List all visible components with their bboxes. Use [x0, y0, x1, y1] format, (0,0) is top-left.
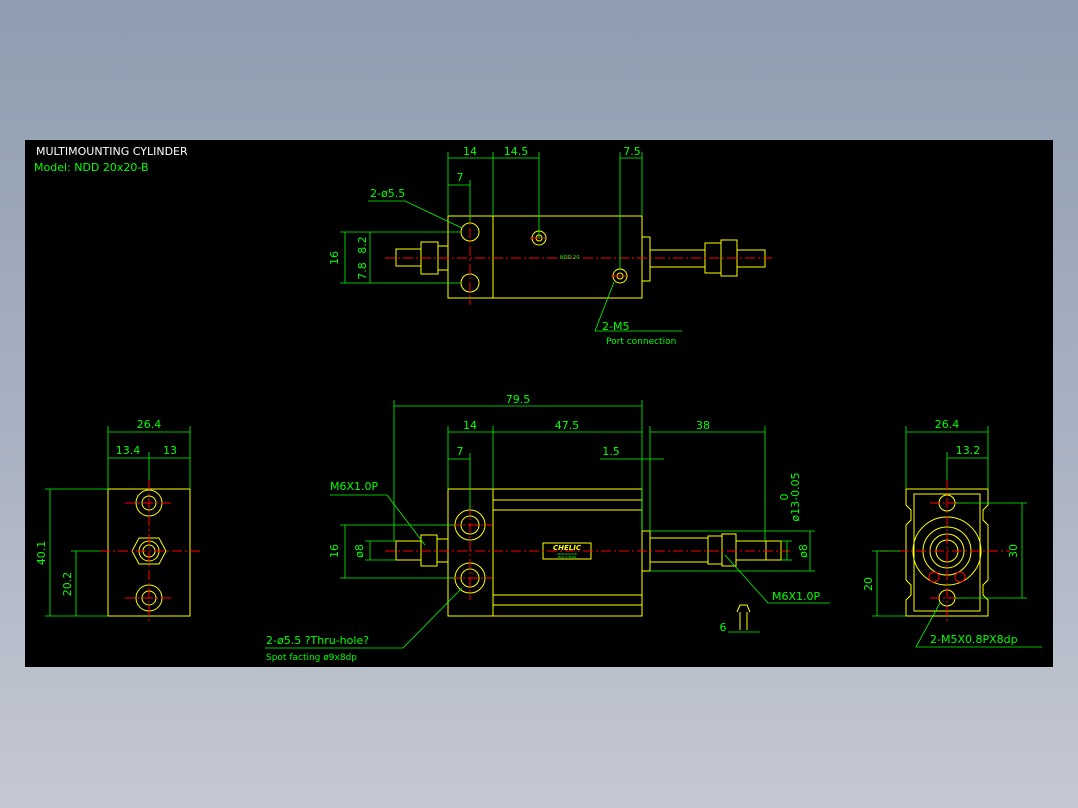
dim-top-7: 7: [457, 171, 464, 184]
callout-top-ports: 2-M5: [602, 320, 629, 333]
top-nameplate: NDD 20: [560, 255, 579, 261]
dim-front-16: 16: [328, 544, 341, 558]
dim-front-dia8-left: ø8: [353, 544, 366, 558]
dim-left-40-1: 40.1: [35, 541, 48, 566]
callout-front-thread-left: M6X1.0P: [330, 480, 379, 493]
model-label: Model: NDD 20x20-B: [34, 161, 149, 174]
drawing-title: MULTIMOUNTING CYLINDER: [36, 145, 188, 158]
dim-front-rod-tol: 0: [778, 494, 791, 501]
dim-right-30: 30: [1007, 544, 1020, 558]
dim-left-13-4: 13.4: [116, 444, 141, 457]
dim-left-26-4: 26.4: [137, 418, 162, 431]
callout-top-holes: 2-ø5.5: [370, 187, 405, 200]
front-label-line2: MAX 0.9MPa: [558, 555, 577, 559]
dim-right-26-4: 26.4: [935, 418, 960, 431]
dim-front-dia8-right: ø8: [797, 544, 810, 558]
dim-front-79-5: 79.5: [506, 393, 531, 406]
dim-front-14: 14: [463, 419, 477, 432]
callout-front-thread-right: M6X1.0P: [772, 590, 821, 603]
dim-top-16: 16: [328, 251, 341, 265]
dim-top-7-8: 7.8: [356, 262, 369, 280]
dim-left-13: 13: [163, 444, 177, 457]
dim-top-8-2: 8.2: [356, 236, 369, 254]
dim-front-1-5: 1.5: [602, 445, 620, 458]
cad-viewport: MULTIMOUNTING CYLINDER Model: NDD 20x20-…: [25, 140, 1053, 667]
dim-top-14-5: 14.5: [504, 145, 529, 158]
dim-left-20-2: 20.2: [61, 572, 74, 597]
dim-top-14: 14: [463, 145, 477, 158]
front-brand-logo: CHELIC: [553, 544, 582, 552]
dim-front-wrench: 6: [720, 621, 727, 634]
callout-front-holes: 2-ø5.5 ?Thru-hole?: [266, 634, 369, 647]
dim-front-7: 7: [457, 445, 464, 458]
dim-right-13-2: 13.2: [956, 444, 981, 457]
callout-port-connection: Port connection: [606, 337, 676, 347]
dim-front-47-5: 47.5: [555, 419, 580, 432]
dim-top-7-5: 7.5: [623, 145, 641, 158]
callout-right-thread: 2-M5X0.8PX8dp: [930, 633, 1018, 646]
dim-front-38: 38: [696, 419, 710, 432]
callout-front-spot: Spot facting ø9x8dp: [266, 653, 357, 663]
dim-right-20: 20: [862, 577, 875, 591]
